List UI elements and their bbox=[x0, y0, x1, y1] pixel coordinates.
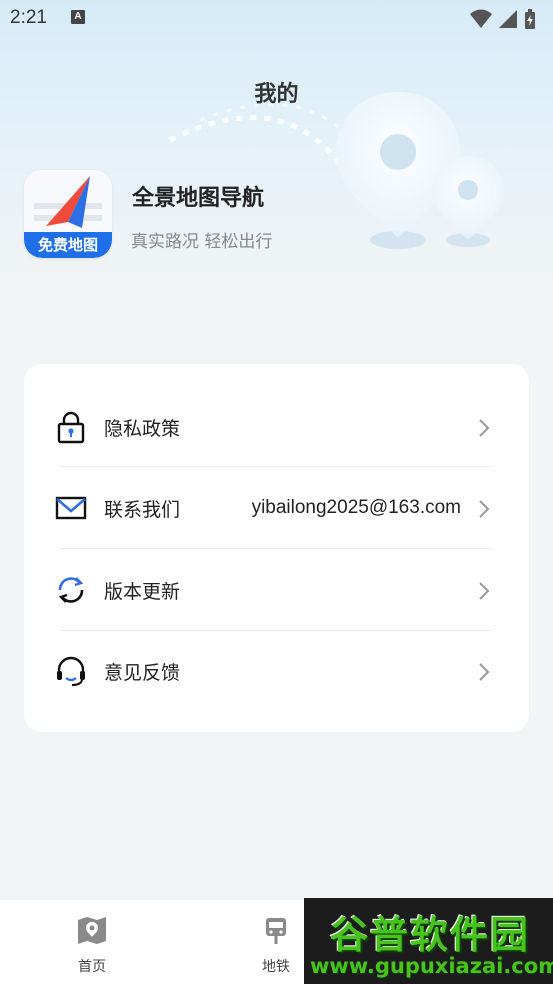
chevron-right-icon bbox=[479, 663, 490, 681]
lock-icon bbox=[57, 411, 85, 444]
app-slogan: 真实路况 轻松出行 bbox=[131, 232, 273, 252]
watermark-title: 谷普软件园 bbox=[329, 913, 530, 957]
menu-item-label: 版本更新 bbox=[104, 581, 181, 603]
page-title: 我的 bbox=[254, 82, 299, 107]
menu-item-label: 隐私政策 bbox=[104, 418, 181, 440]
location-pins-illustration bbox=[168, 92, 504, 249]
notification-indicator-icon: A bbox=[71, 10, 85, 24]
menu-item-feedback[interactable]: 意见反馈 bbox=[24, 630, 529, 711]
map-icon bbox=[78, 917, 106, 944]
app-name: 全景地图导航 bbox=[132, 186, 265, 211]
contact-email: yibailong2025@163.com bbox=[251, 497, 461, 518]
nav-item-home[interactable]: 首页 bbox=[47, 900, 137, 984]
app-logo-badge: 免费地图 bbox=[24, 232, 112, 258]
status-bar: 2:21 A bbox=[0, 0, 553, 38]
settings-menu: 隐私政策 联系我们 yibailong2025@163.com 版本更新 意见反… bbox=[24, 364, 529, 732]
chevron-right-icon bbox=[479, 419, 490, 437]
app-logo: 免费地图 bbox=[24, 170, 112, 258]
status-icons bbox=[470, 9, 535, 29]
chevron-right-icon bbox=[479, 582, 490, 600]
watermark: 谷普软件园 www.gupuxiazai.com bbox=[304, 898, 553, 984]
mail-icon bbox=[55, 496, 87, 520]
chevron-right-icon bbox=[479, 500, 490, 518]
subway-icon bbox=[266, 918, 286, 944]
header-background bbox=[0, 0, 553, 330]
watermark-url: www.gupuxiazai.com bbox=[310, 954, 553, 978]
menu-item-contact-us[interactable]: 联系我们 yibailong2025@163.com bbox=[24, 467, 529, 548]
menu-item-version-update[interactable]: 版本更新 bbox=[24, 549, 529, 630]
battery-charging-icon bbox=[525, 9, 535, 29]
menu-item-label: 联系我们 bbox=[104, 499, 181, 521]
refresh-icon bbox=[58, 577, 84, 603]
menu-item-privacy-policy[interactable]: 隐私政策 bbox=[24, 386, 529, 467]
status-time: 2:21 bbox=[10, 7, 47, 28]
nav-item-label: 首页 bbox=[78, 959, 106, 975]
cellular-signal-icon bbox=[499, 10, 517, 28]
headset-icon bbox=[57, 656, 85, 686]
menu-item-label: 意见反馈 bbox=[104, 662, 181, 684]
wifi-icon bbox=[470, 9, 492, 28]
